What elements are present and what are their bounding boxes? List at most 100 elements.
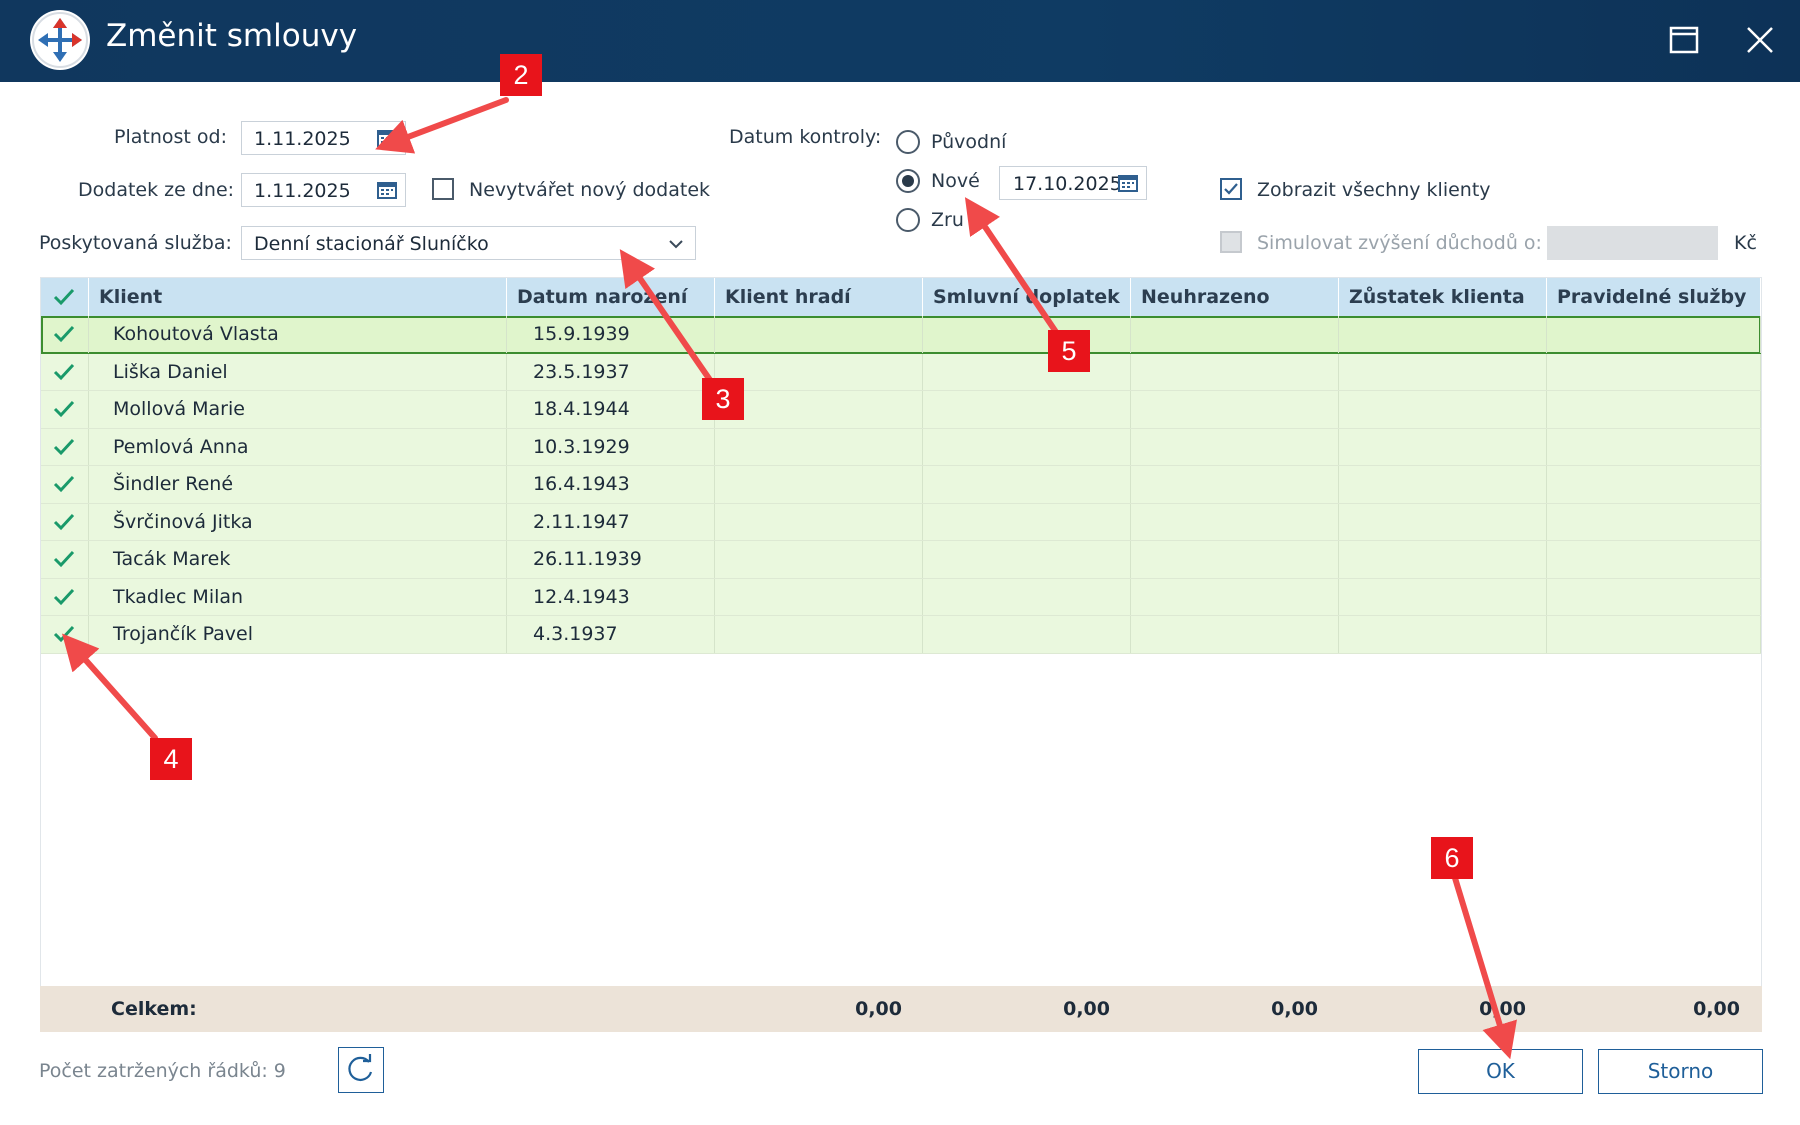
cell-empty <box>1339 316 1547 353</box>
storno-button[interactable]: Storno <box>1598 1049 1763 1094</box>
calendar-icon[interactable] <box>377 129 397 147</box>
total-neuhrazeno: 0,00 <box>1271 998 1318 1020</box>
row-checkbox[interactable] <box>41 541 89 578</box>
header-select-all[interactable] <box>41 278 89 316</box>
nevytvaret-checkbox[interactable] <box>432 178 454 200</box>
radio-zrusit-label: Zru <box>931 209 964 231</box>
radio-zrusit[interactable] <box>896 208 920 232</box>
cell-klient: Švrčinová Jitka <box>89 503 507 540</box>
total-klient-hradi: 0,00 <box>855 998 902 1020</box>
maximize-icon <box>1669 26 1699 54</box>
cell-datum-narozeni: 4.3.1937 <box>507 616 715 653</box>
table-row[interactable]: Tacák Marek 26.11.1939 <box>41 541 1761 579</box>
cell-empty <box>1547 428 1761 465</box>
table-row[interactable]: Trojančík Pavel 4.3.1937 <box>41 616 1761 654</box>
calendar-icon[interactable] <box>377 181 397 199</box>
cell-datum-narozeni: 15.9.1939 <box>507 316 715 353</box>
header-zustatek-klienta[interactable]: Zůstatek klienta <box>1339 278 1547 316</box>
simulovat-input[interactable] <box>1547 226 1718 260</box>
row-checkbox[interactable] <box>41 466 89 503</box>
sluzba-select[interactable]: Denní stacionář Sluníčko <box>241 226 696 260</box>
row-checkbox[interactable] <box>41 316 89 353</box>
platnost-od-label: Platnost od: <box>114 126 227 148</box>
table-row[interactable]: Šindler René 16.4.1943 <box>41 466 1761 504</box>
maximize-button[interactable] <box>1664 20 1704 60</box>
cell-empty <box>1131 541 1339 578</box>
check-icon <box>53 363 75 380</box>
header-smluvni-doplatek[interactable]: Smluvní doplatek <box>923 278 1131 316</box>
radio-puvodni[interactable] <box>896 130 920 154</box>
cell-empty <box>1339 353 1547 390</box>
refresh-button[interactable] <box>338 1047 384 1093</box>
cell-empty <box>1339 428 1547 465</box>
cell-empty <box>715 616 923 653</box>
cell-empty <box>1339 503 1547 540</box>
table-row[interactable]: Liška Daniel 23.5.1937 <box>41 353 1761 391</box>
zobrazit-checkbox[interactable] <box>1220 178 1242 200</box>
cell-empty <box>923 503 1131 540</box>
cell-empty <box>1131 578 1339 615</box>
cell-empty <box>715 316 923 353</box>
close-button[interactable] <box>1740 20 1780 60</box>
header-klient-hradi[interactable]: Klient hradí <box>715 278 923 316</box>
clients-table: Klient Datum narození Klient hradí Smluv… <box>40 277 1762 1032</box>
check-icon <box>53 625 75 643</box>
radio-nove[interactable] <box>896 169 920 193</box>
cell-empty <box>1131 428 1339 465</box>
total-zustatek-klienta: 0,00 <box>1479 998 1526 1020</box>
cell-empty <box>1547 503 1761 540</box>
row-checkbox[interactable] <box>41 616 89 653</box>
row-checkbox[interactable] <box>41 353 89 390</box>
close-icon <box>1747 27 1773 53</box>
cell-empty <box>923 428 1131 465</box>
zobrazit-label: Zobrazit všechny klienty <box>1257 179 1491 201</box>
cell-empty <box>715 503 923 540</box>
total-smluvni-doplatek: 0,00 <box>1063 998 1110 1020</box>
header-pravidelne-sluzby[interactable]: Pravidelné služby <box>1547 278 1761 316</box>
table-row[interactable]: Tkadlec Milan 12.4.1943 <box>41 578 1761 616</box>
cell-empty <box>1547 541 1761 578</box>
cell-empty <box>715 353 923 390</box>
ok-button[interactable]: OK <box>1418 1049 1583 1094</box>
header-datum-narozeni[interactable]: Datum narození <box>507 278 715 316</box>
table-row[interactable]: Švrčinová Jitka 2.11.1947 <box>41 503 1761 541</box>
table-row[interactable]: Kohoutová Vlasta 15.9.1939 <box>41 316 1761 354</box>
cell-empty <box>715 391 923 428</box>
row-checkbox[interactable] <box>41 578 89 615</box>
row-checkbox[interactable] <box>41 391 89 428</box>
check-icon <box>53 550 75 568</box>
radio-puvodni-label: Původní <box>931 131 1007 153</box>
table-row[interactable]: Pemlová Anna 10.3.1929 <box>41 428 1761 466</box>
cell-empty <box>1547 466 1761 503</box>
cell-datum-narozeni: 23.5.1937 <box>507 353 715 390</box>
datum-kontroly-label: Datum kontroly: <box>729 126 882 148</box>
dodatek-label: Dodatek ze dne: <box>78 179 235 201</box>
cell-klient: Tkadlec Milan <box>89 578 507 615</box>
cell-empty <box>923 616 1131 653</box>
nove-date-field[interactable]: 17.10.2025 <box>999 166 1147 200</box>
header-neuhrazeno[interactable]: Neuhrazeno <box>1131 278 1339 316</box>
annotation-badge-6: 6 <box>1431 837 1473 879</box>
row-checkbox[interactable] <box>41 428 89 465</box>
cell-datum-narozeni: 10.3.1929 <box>507 428 715 465</box>
cell-empty <box>1131 353 1339 390</box>
check-icon <box>53 588 75 605</box>
sluzba-value: Denní stacionář Sluníčko <box>254 233 489 255</box>
cell-klient: Pemlová Anna <box>89 428 507 465</box>
cell-klient: Mollová Marie <box>89 391 507 428</box>
platnost-od-field[interactable]: 1.11.2025 <box>241 121 406 155</box>
cell-empty <box>923 316 1131 353</box>
cell-empty <box>1131 616 1339 653</box>
arrow-2 <box>375 97 509 154</box>
header-klient[interactable]: Klient <box>89 278 507 316</box>
table-row[interactable]: Mollová Marie 18.4.1944 <box>41 391 1761 429</box>
dodatek-field[interactable]: 1.11.2025 <box>241 173 406 207</box>
row-checkbox[interactable] <box>41 503 89 540</box>
simulovat-checkbox[interactable] <box>1220 231 1242 253</box>
cell-empty <box>1131 316 1339 353</box>
cell-empty <box>1547 391 1761 428</box>
calendar-icon[interactable] <box>1118 174 1138 192</box>
checked-count: Počet zatržených řádků: 9 <box>39 1060 286 1082</box>
cell-klient: Šindler René <box>89 466 507 503</box>
refresh-icon <box>348 1054 373 1081</box>
